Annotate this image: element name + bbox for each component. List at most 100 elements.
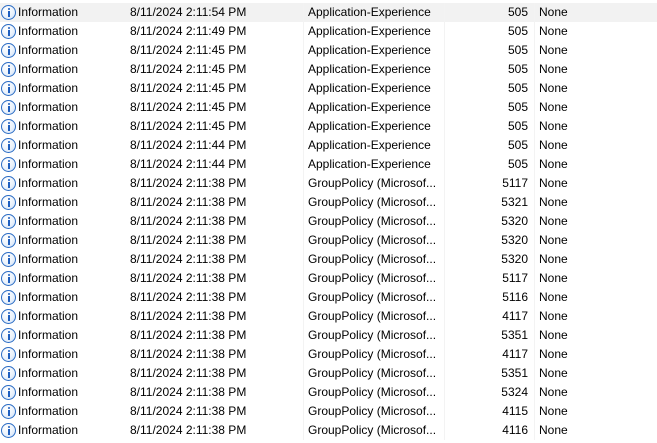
column-separator (303, 269, 304, 288)
task-category-cell: None (539, 404, 568, 418)
event-row[interactable]: Information 8/11/2024 2:11:54 PM Applicati… (0, 3, 657, 22)
event-row[interactable]: Information 8/11/2024 2:11:38 PM GroupPoli… (0, 364, 657, 383)
event-row[interactable]: Information 8/11/2024 2:11:45 PM Applicati… (0, 79, 657, 98)
source-cell: Application-Experience (308, 81, 431, 95)
level-text: Information (18, 366, 79, 380)
event-row[interactable]: Information 8/11/2024 2:11:44 PM Applicati… (0, 155, 657, 174)
information-icon (1, 347, 16, 362)
task-category-cell: None (539, 119, 568, 133)
event-row[interactable]: Information 8/11/2024 2:11:49 PM Applicati… (0, 22, 657, 41)
level-cell: Information (0, 117, 125, 136)
level-cell: Information (0, 98, 125, 117)
level-text: Information (18, 62, 79, 76)
task-category-cell: None (539, 423, 568, 437)
event-id-cell: 4117 (502, 309, 528, 323)
task-category-cell: None (539, 233, 568, 247)
level-cell: Information (0, 364, 125, 383)
column-separator (534, 383, 535, 402)
event-row[interactable]: Information 8/11/2024 2:11:45 PM Applicati… (0, 117, 657, 136)
level-text: Information (18, 43, 79, 57)
event-row[interactable]: Information 8/11/2024 2:11:38 PM GroupPoli… (0, 193, 657, 212)
task-category-cell: None (539, 290, 568, 304)
task-category-cell: None (539, 157, 568, 171)
column-separator (303, 231, 304, 250)
task-category-cell: None (539, 347, 568, 361)
task-category-cell: None (539, 62, 568, 76)
level-cell: Information (0, 288, 125, 307)
level-text: Information (18, 404, 79, 418)
task-category-cell: None (539, 366, 568, 380)
event-row[interactable]: Information 8/11/2024 2:11:38 PM GroupPoli… (0, 174, 657, 193)
source-cell: GroupPolicy (Microsof... (308, 233, 437, 247)
level-cell: Information (0, 79, 125, 98)
event-row[interactable]: Information 8/11/2024 2:11:38 PM GroupPoli… (0, 288, 657, 307)
column-separator (534, 174, 535, 193)
information-icon (1, 309, 16, 324)
column-separator (303, 288, 304, 307)
event-row[interactable]: Information 8/11/2024 2:11:38 PM GroupPoli… (0, 345, 657, 364)
level-cell: Information (0, 22, 125, 41)
task-category-cell: None (539, 176, 568, 190)
event-id-cell: 4116 (502, 423, 528, 437)
level-text: Information (18, 309, 79, 323)
event-row[interactable]: Information 8/11/2024 2:11:45 PM Applicati… (0, 41, 657, 60)
level-cell: Information (0, 345, 125, 364)
event-row[interactable]: Information 8/11/2024 2:11:38 PM GroupPoli… (0, 326, 657, 345)
event-list[interactable]: Information 8/11/2024 2:11:54 PM Applicati… (0, 3, 657, 440)
date-time-cell: 8/11/2024 2:11:38 PM (130, 347, 247, 361)
event-row[interactable]: Information 8/11/2024 2:11:44 PM Applicati… (0, 136, 657, 155)
level-cell: Information (0, 3, 125, 22)
level-cell: Information (0, 269, 125, 288)
information-icon (1, 328, 16, 343)
level-cell: Information (0, 231, 125, 250)
column-separator (303, 212, 304, 231)
date-time-cell: 8/11/2024 2:11:38 PM (130, 214, 247, 228)
level-text: Information (18, 385, 79, 399)
level-cell: Information (0, 174, 125, 193)
event-id-cell: 4115 (502, 404, 528, 418)
level-cell: Information (0, 326, 125, 345)
event-id-cell: 5117 (502, 271, 528, 285)
column-separator (534, 326, 535, 345)
event-row[interactable]: Information 8/11/2024 2:11:38 PM GroupPoli… (0, 231, 657, 250)
level-cell: Information (0, 155, 125, 174)
event-row[interactable]: Information 8/11/2024 2:11:38 PM GroupPoli… (0, 383, 657, 402)
column-separator (534, 212, 535, 231)
column-separator (534, 41, 535, 60)
information-icon (1, 290, 16, 305)
event-id-cell: 5351 (501, 366, 528, 380)
date-time-cell: 8/11/2024 2:11:38 PM (130, 252, 247, 266)
source-cell: GroupPolicy (Microsof... (308, 385, 437, 399)
date-time-cell: 8/11/2024 2:11:38 PM (130, 290, 247, 304)
event-row[interactable]: Information 8/11/2024 2:11:38 PM GroupPoli… (0, 421, 657, 440)
level-cell: Information (0, 41, 125, 60)
level-text: Information (18, 100, 79, 114)
level-cell: Information (0, 193, 125, 212)
event-id-cell: 505 (507, 157, 528, 171)
event-row[interactable]: Information 8/11/2024 2:11:45 PM Applicati… (0, 98, 657, 117)
level-text: Information (18, 195, 79, 209)
source-cell: GroupPolicy (Microsof... (308, 271, 437, 285)
event-row[interactable]: Information 8/11/2024 2:11:38 PM GroupPoli… (0, 402, 657, 421)
date-time-cell: 8/11/2024 2:11:38 PM (130, 404, 247, 418)
event-id-cell: 505 (507, 62, 528, 76)
date-time-cell: 8/11/2024 2:11:38 PM (130, 271, 247, 285)
information-icon (1, 252, 16, 267)
event-row[interactable]: Information 8/11/2024 2:11:38 PM GroupPoli… (0, 212, 657, 231)
event-row[interactable]: Information 8/11/2024 2:11:38 PM GroupPoli… (0, 307, 657, 326)
column-separator (303, 22, 304, 41)
event-row[interactable]: Information 8/11/2024 2:11:38 PM GroupPoli… (0, 269, 657, 288)
event-id-cell: 5351 (501, 328, 528, 342)
event-row[interactable]: Information 8/11/2024 2:11:45 PM Applicati… (0, 60, 657, 79)
source-cell: Application-Experience (308, 157, 431, 171)
date-time-cell: 8/11/2024 2:11:38 PM (130, 366, 247, 380)
column-separator (534, 288, 535, 307)
event-row[interactable]: Information 8/11/2024 2:11:38 PM GroupPoli… (0, 250, 657, 269)
source-cell: Application-Experience (308, 5, 431, 19)
information-icon (1, 81, 16, 96)
date-time-cell: 8/11/2024 2:11:45 PM (130, 119, 247, 133)
event-id-cell: 5321 (501, 195, 528, 209)
column-separator (534, 345, 535, 364)
event-id-cell: 5320 (501, 252, 528, 266)
information-icon (1, 271, 16, 286)
